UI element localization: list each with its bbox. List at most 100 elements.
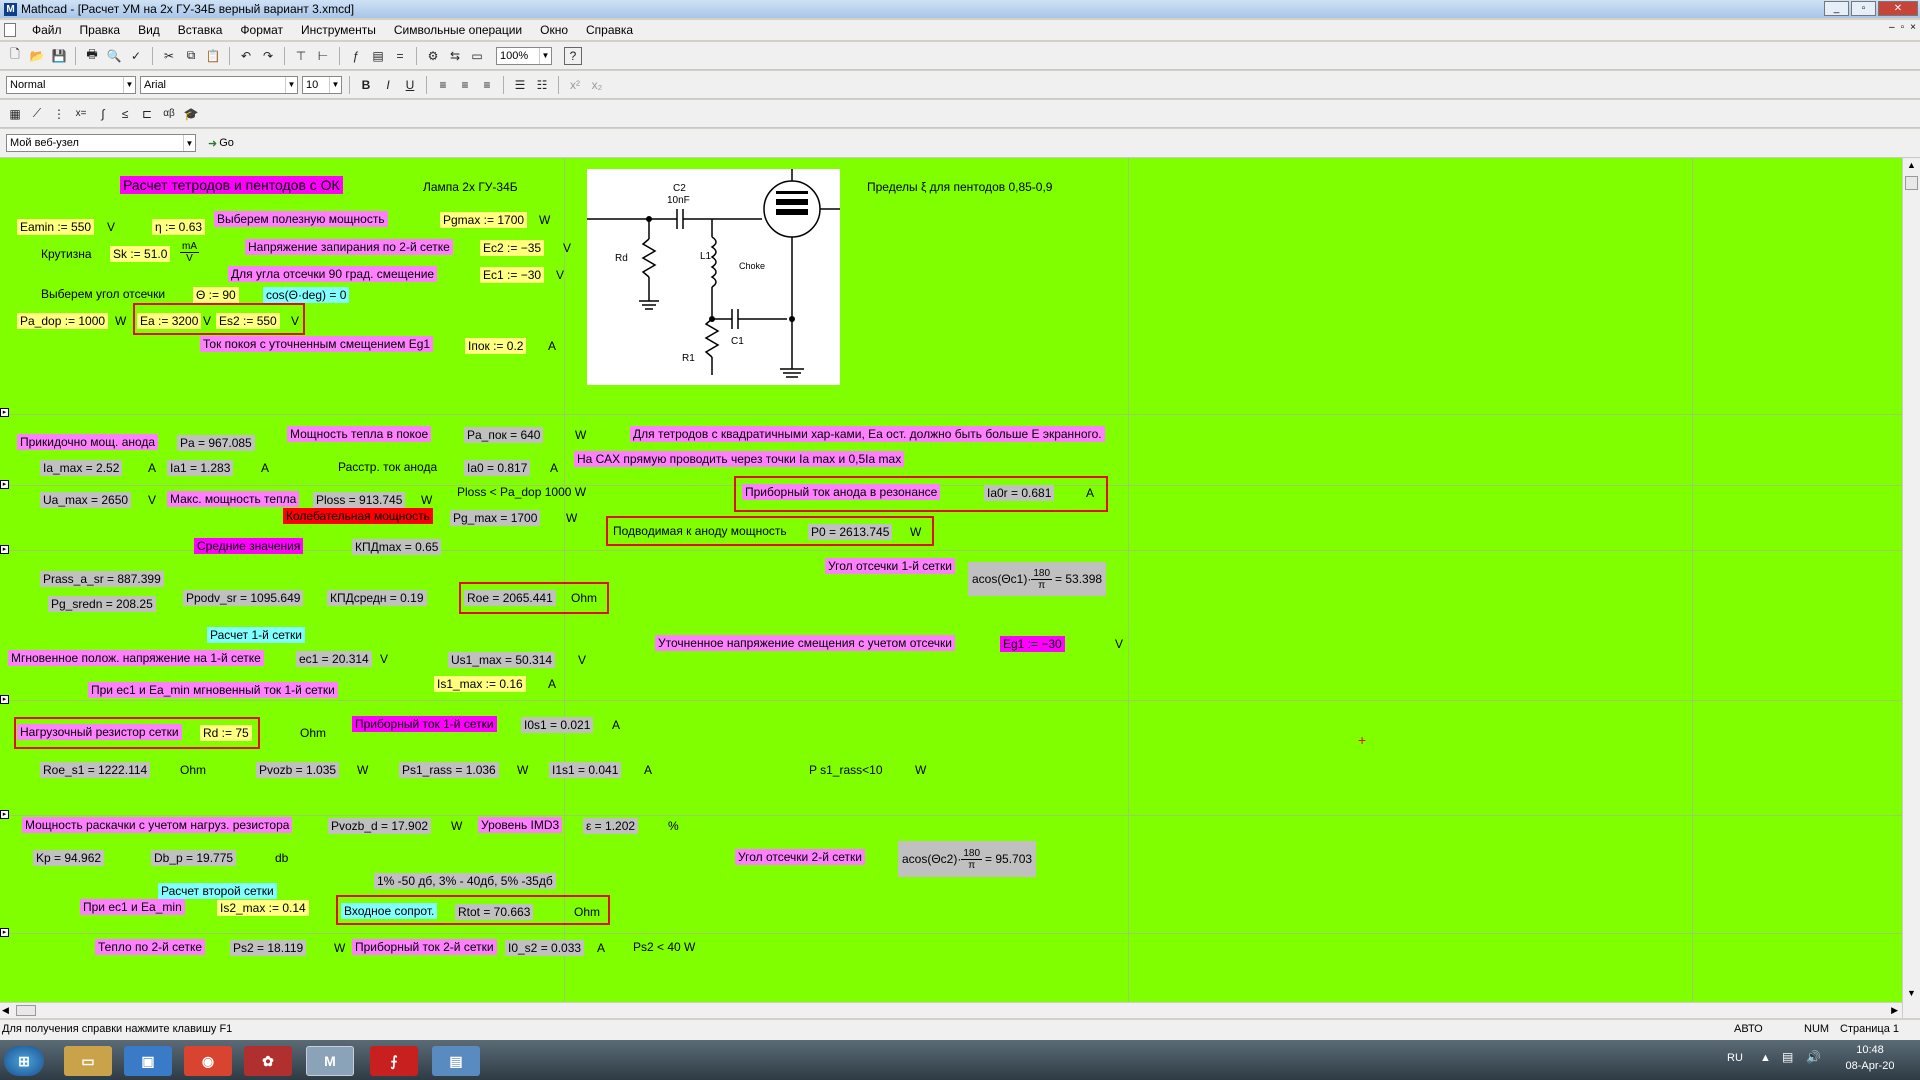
new-icon[interactable]: 🗋 [6, 47, 24, 65]
pvozb-result[interactable]: Pvozb = 1.035 [256, 762, 340, 778]
menu-format[interactable]: Формат [238, 23, 285, 37]
game-icon[interactable]: ✿ [244, 1046, 292, 1076]
menu-file[interactable]: Файл [30, 23, 64, 37]
db-p-result[interactable]: Db_p = 19.775 [151, 850, 237, 866]
eg1-expression[interactable]: Eg1 := −30 [1000, 636, 1065, 652]
clock-date[interactable]: 08-Apr-20 [1836, 1060, 1904, 1072]
roe-result[interactable]: Roe = 2065.441 [464, 590, 556, 606]
component-icon[interactable]: ⚙ [424, 47, 442, 65]
ploss-result[interactable]: Ploss = 913.745 [313, 492, 406, 508]
menu-symbolics[interactable]: Символьные операции [392, 23, 524, 37]
go-button[interactable]: ➜ Go [208, 137, 234, 150]
tray-arrow-icon[interactable]: ▲ [1760, 1052, 1771, 1064]
programming-icon[interactable]: ⊏ [138, 105, 156, 123]
boolean-icon[interactable]: ≤ [116, 105, 134, 123]
subscript-icon[interactable]: x₂ [588, 76, 606, 94]
minimize-button[interactable]: _ [1824, 1, 1849, 16]
region-icon[interactable]: ▭ [468, 47, 486, 65]
align-top-icon[interactable]: ⊤ [292, 47, 310, 65]
schematic-image[interactable]: C2 10nF Rd L1 Choke R1 C1 [587, 169, 840, 385]
menu-view[interactable]: Вид [136, 23, 162, 37]
ps2-result[interactable]: Ps2 = 18.119 [230, 940, 307, 956]
eamin-expression[interactable]: Eamin := 550 [17, 219, 95, 235]
i0s2-result[interactable]: I0_s2 = 0.033 [505, 940, 585, 956]
es2-expression[interactable]: Es2 := 550 [216, 313, 280, 329]
start-button[interactable]: ⊞ [4, 1046, 44, 1076]
rd-expression[interactable]: Rd := 75 [200, 725, 252, 741]
evaluation-icon[interactable]: x= [72, 105, 90, 123]
pa-result[interactable]: Pa = 967.085 [177, 435, 255, 451]
menu-tools[interactable]: Инструменты [299, 23, 378, 37]
collapse-marker-icon[interactable]: ▸ [0, 480, 9, 489]
i1s1-result[interactable]: I1s1 = 0.041 [549, 762, 622, 778]
is1-expression[interactable]: Is1_max := 0.16 [434, 676, 526, 692]
underline-icon[interactable]: U [401, 76, 419, 94]
pg-sredn-result[interactable]: Pg_sredn = 208.25 [48, 596, 156, 612]
redo-icon[interactable]: ↷ [259, 47, 277, 65]
pdf-icon[interactable]: ⨍ [370, 1046, 418, 1076]
collapse-marker-icon[interactable]: ▸ [0, 408, 9, 417]
language-indicator[interactable]: RU [1727, 1052, 1743, 1064]
ppodv-result[interactable]: Ppodv_sr = 1095.649 [183, 590, 304, 606]
ua-max-result[interactable]: Ua_max = 2650 [40, 492, 132, 508]
superscript-icon[interactable]: x² [566, 76, 584, 94]
resource-icon[interactable]: ⇆ [446, 47, 464, 65]
pa-pok-result[interactable]: Pa_пок = 640 [464, 427, 544, 443]
kpd-sredn-result[interactable]: КПДсредн = 0.19 [327, 590, 427, 606]
pa-dop-expression[interactable]: Pa_dop := 1000 [17, 313, 109, 329]
pg-max-result[interactable]: Pg_max = 1700 [450, 510, 541, 526]
pvozb-d-result[interactable]: Pvozb_d = 17.902 [328, 818, 432, 834]
collapse-marker-icon[interactable]: ▸ [0, 695, 9, 704]
calculate-icon[interactable]: = [391, 47, 409, 65]
ps1-rass-result[interactable]: Ps1_rass = 1.036 [399, 762, 499, 778]
open-icon[interactable]: 📂 [28, 47, 46, 65]
clock-time[interactable]: 10:48 [1840, 1044, 1900, 1056]
explorer-icon[interactable]: ▭ [64, 1046, 112, 1076]
style-select[interactable]: Normal ▼ [6, 75, 136, 94]
prass-result[interactable]: Prass_a_sr = 887.399 [40, 571, 164, 587]
align-right-icon[interactable]: ≡ [478, 76, 496, 94]
insert-unit-icon[interactable]: ▤ [369, 47, 387, 65]
doc-minimize-button[interactable]: – [1889, 22, 1895, 33]
scroll-up-icon[interactable]: ▲ [1907, 160, 1916, 170]
ia1-result[interactable]: Ia1 = 1.283 [167, 460, 234, 476]
window-task-icon[interactable]: ▤ [432, 1046, 480, 1076]
cos-result[interactable]: cos(Θ·deg) = 0 [263, 287, 350, 303]
i0s1-result[interactable]: I0s1 = 0.021 [521, 717, 594, 733]
collapse-marker-icon[interactable]: ▸ [0, 545, 9, 554]
menu-edit[interactable]: Правка [78, 23, 123, 37]
font-select[interactable]: Arial ▼ [140, 75, 298, 94]
ea-expression[interactable]: Ea := 3200 [137, 313, 202, 329]
help-icon[interactable]: ? [564, 46, 582, 65]
menu-help[interactable]: Справка [584, 23, 635, 37]
ia0-result[interactable]: Ia0 = 0.817 [464, 460, 531, 476]
maximize-button[interactable]: ▫ [1851, 1, 1876, 16]
acos1-result[interactable]: acos(Θc1)· 180 π = 53.398 [968, 562, 1107, 596]
roe-s1-result[interactable]: Roe_s1 = 1222.114 [40, 762, 151, 778]
eta-expression[interactable]: η := 0.63 [152, 219, 206, 235]
align-left-text-icon[interactable]: ≡ [434, 76, 452, 94]
numbered-list-icon[interactable]: ☷ [533, 76, 551, 94]
menu-insert[interactable]: Вставка [176, 23, 225, 37]
font-size-select[interactable]: 10 ▼ [302, 75, 342, 94]
collapse-marker-icon[interactable]: ▸ [0, 928, 9, 937]
paste-icon[interactable]: 📋 [204, 47, 222, 65]
vertical-scroll-thumb[interactable] [1905, 176, 1918, 190]
calculus-icon[interactable]: ∫ [94, 105, 112, 123]
menu-window[interactable]: Окно [538, 23, 570, 37]
kpd-max-result[interactable]: КПДmax = 0.65 [352, 539, 442, 555]
ec2-expression[interactable]: Ec2 := −35 [480, 240, 545, 256]
worksheet[interactable]: ▸ ▸ ▸ ▸ ▸ ▸ Расчет тетродов и пентодов с… [0, 158, 1902, 1002]
pgmax-expression[interactable]: Pgmax := 1700 [440, 212, 528, 228]
scroll-down-icon[interactable]: ▼ [1907, 988, 1916, 998]
cut-icon[interactable]: ✂ [160, 47, 178, 65]
symbolic-icon[interactable]: 🎓 [182, 105, 200, 123]
rtot-result[interactable]: Rtot = 70.663 [455, 904, 534, 920]
ia-max-result[interactable]: Ia_max = 2.52 [40, 460, 123, 476]
ipok-expression[interactable]: Iпок := 0.2 [465, 338, 527, 354]
print-preview-icon[interactable]: 🔍 [105, 47, 123, 65]
kp-result[interactable]: Kp = 94.962 [33, 850, 105, 866]
horizontal-scroll-thumb[interactable] [16, 1005, 36, 1016]
align-left-icon[interactable]: ⊢ [314, 47, 332, 65]
matrix-icon[interactable]: ⋮ [50, 105, 68, 123]
